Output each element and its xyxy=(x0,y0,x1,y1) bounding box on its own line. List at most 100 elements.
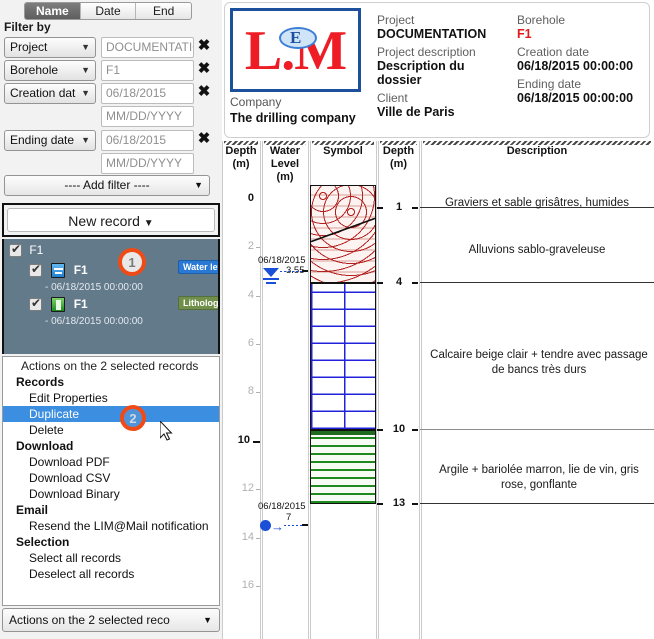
chevron-down-icon: ▼ xyxy=(81,88,90,98)
label-ending-date: Ending date xyxy=(517,77,582,91)
filter-field-label-creation-date: Creation dat xyxy=(10,86,76,100)
filter-value-input-ending-date-from[interactable]: 06/18/2015 xyxy=(101,130,194,151)
boundary-dash xyxy=(412,503,418,505)
boundary-dash xyxy=(412,429,418,431)
company-logo: L.M E xyxy=(230,8,361,92)
callout-2: 2 xyxy=(120,405,146,431)
boundary-line-13 xyxy=(420,503,654,504)
water-arrival-arrow-icon: → xyxy=(271,519,284,534)
boundary-dash xyxy=(377,429,383,431)
depth-tick-16: 16 xyxy=(241,579,254,591)
filter-field-select-borehole[interactable]: Borehole ▼ xyxy=(4,60,96,81)
filter-clear-icon-ending-date[interactable]: ✖ xyxy=(197,131,211,147)
value-project-description: Description du dossier xyxy=(377,59,465,87)
actions-group-selection: Selection xyxy=(16,535,70,549)
menu-item-download-csv[interactable]: Download CSV xyxy=(3,470,219,486)
boundary-dash xyxy=(412,207,418,209)
column-header-depth-right: Depth (m) xyxy=(382,145,415,170)
project-info-card: L.M E Company The drilling company Proje… xyxy=(224,2,650,138)
actions-menu: Actions on the 2 selected records Record… xyxy=(2,356,220,606)
mouse-cursor-icon xyxy=(160,421,173,441)
column-divider xyxy=(419,141,422,639)
menu-item-delete[interactable]: Delete xyxy=(3,422,219,438)
list-item[interactable]: F1 xyxy=(29,262,88,279)
menu-item-resend-notification[interactable]: Resend the LIM@Mail notification xyxy=(3,518,219,534)
add-filter-select[interactable]: ---- Add filter ---- ▼ xyxy=(4,175,210,196)
chevron-down-icon: ▼ xyxy=(81,42,90,52)
boundary-dash xyxy=(377,282,383,284)
label-project-description: Project description xyxy=(377,45,476,59)
column-header-water-level: Water Level (m) xyxy=(269,145,301,183)
tick-mark xyxy=(256,344,260,345)
actions-select-label: Actions on the 2 selected reco xyxy=(9,613,170,627)
label-project: Project xyxy=(377,13,415,27)
menu-item-select-all[interactable]: Select all records xyxy=(3,550,219,566)
value-borehole: F1 xyxy=(517,27,532,41)
record-list: F1 F1 - 06/18/2015 00:00:00 F1 - 06/18/2… xyxy=(2,239,220,354)
column-header-description: Description xyxy=(506,145,568,157)
menu-item-deselect-all[interactable]: Deselect all records xyxy=(3,566,219,582)
tab-name[interactable]: Name xyxy=(25,3,81,19)
chevron-down-icon: ▼ xyxy=(203,615,212,625)
lithology-pattern-limestone xyxy=(310,283,376,430)
tab-date[interactable]: Date xyxy=(81,3,137,19)
filter-field-select-project[interactable]: Project ▼ xyxy=(4,37,96,58)
company-label: Company xyxy=(230,95,282,109)
tab-end[interactable]: End xyxy=(136,3,191,19)
actions-select[interactable]: Actions on the 2 selected reco ▼ xyxy=(2,608,220,632)
filter-field-label-ending-date: Ending date xyxy=(10,133,75,147)
menu-item-duplicate[interactable]: Duplicate xyxy=(3,406,219,422)
menu-item-download-pdf[interactable]: Download PDF xyxy=(3,454,219,470)
add-filter-label: ---- Add filter ---- xyxy=(64,178,150,192)
depth-tick-6: 6 xyxy=(247,337,254,349)
chevron-down-icon: ▼ xyxy=(81,135,90,145)
lithology-pattern-clay xyxy=(310,430,376,504)
filter-field-select-creation-date[interactable]: Creation dat ▼ xyxy=(4,83,96,104)
tick-mark xyxy=(253,441,260,443)
filter-by-label: Filter by xyxy=(4,20,51,34)
depth-tick-2: 2 xyxy=(247,240,254,252)
checkbox-record-2[interactable] xyxy=(29,296,42,312)
filter-clear-icon-creation-date[interactable]: ✖ xyxy=(197,84,211,100)
sort-tab-bar[interactable]: Name Date End xyxy=(24,2,192,20)
boundary-dash xyxy=(412,282,418,284)
status-badge-lithology: Lithology xyxy=(178,296,218,310)
water-table-icon xyxy=(263,268,279,277)
left-panel: Name Date End Filter by Project ▼ DOCUME… xyxy=(0,0,222,639)
borehole-log-table: Depth (m) Water Level (m) Symbol Depth (… xyxy=(222,141,654,639)
filter-value-input-creation-date-to[interactable]: MM/DD/YYYY xyxy=(101,106,194,127)
filter-value-input-creation-date-from[interactable]: 06/18/2015 xyxy=(101,83,194,104)
new-record-button[interactable]: New record ▼ xyxy=(7,208,215,232)
column-divider xyxy=(222,141,223,639)
filter-field-select-ending-date[interactable]: Ending date ▼ xyxy=(4,130,96,151)
company-value: The drilling company xyxy=(230,111,356,125)
tick-mark xyxy=(256,489,260,490)
checkbox-record-1[interactable] xyxy=(29,262,42,278)
value-ending-date: 06/18/2015 00:00:00 xyxy=(517,91,634,105)
record-2-label: F1 xyxy=(73,297,88,311)
filter-field-label-borehole: Borehole xyxy=(10,63,59,77)
depth-tick-8: 8 xyxy=(247,385,254,397)
filter-clear-icon-borehole[interactable]: ✖ xyxy=(197,61,211,77)
clay-top-band xyxy=(311,431,375,435)
column-divider xyxy=(376,141,379,639)
filter-value-input-borehole[interactable]: F1 xyxy=(101,60,194,81)
filter-clear-icon-project[interactable]: ✖ xyxy=(197,38,211,54)
info-column-right: Borehole F1 Creation date 06/18/2015 00:… xyxy=(517,9,654,105)
depth-tick-12: 12 xyxy=(241,482,254,494)
menu-item-edit-properties[interactable]: Edit Properties xyxy=(3,390,219,406)
checkbox-root[interactable] xyxy=(9,242,22,258)
filter-value-input-ending-date-to[interactable]: MM/DD/YYYY xyxy=(101,153,194,174)
water-arrival-icon xyxy=(260,520,271,531)
menu-item-download-binary[interactable]: Download Binary xyxy=(3,486,219,502)
tick-mark xyxy=(256,392,260,393)
list-item[interactable]: F1 xyxy=(29,296,88,313)
label-creation-date: Creation date xyxy=(517,45,590,59)
actions-group-records: Records xyxy=(16,375,65,389)
record-root[interactable]: F1 xyxy=(9,242,43,258)
callout-1: 1 xyxy=(118,248,146,276)
column-header-depth-left: Depth (m) xyxy=(225,145,257,170)
label-client: Client xyxy=(377,91,408,105)
filter-value-input-project[interactable]: DOCUMENTATION xyxy=(101,37,194,58)
label-borehole: Borehole xyxy=(517,13,566,27)
